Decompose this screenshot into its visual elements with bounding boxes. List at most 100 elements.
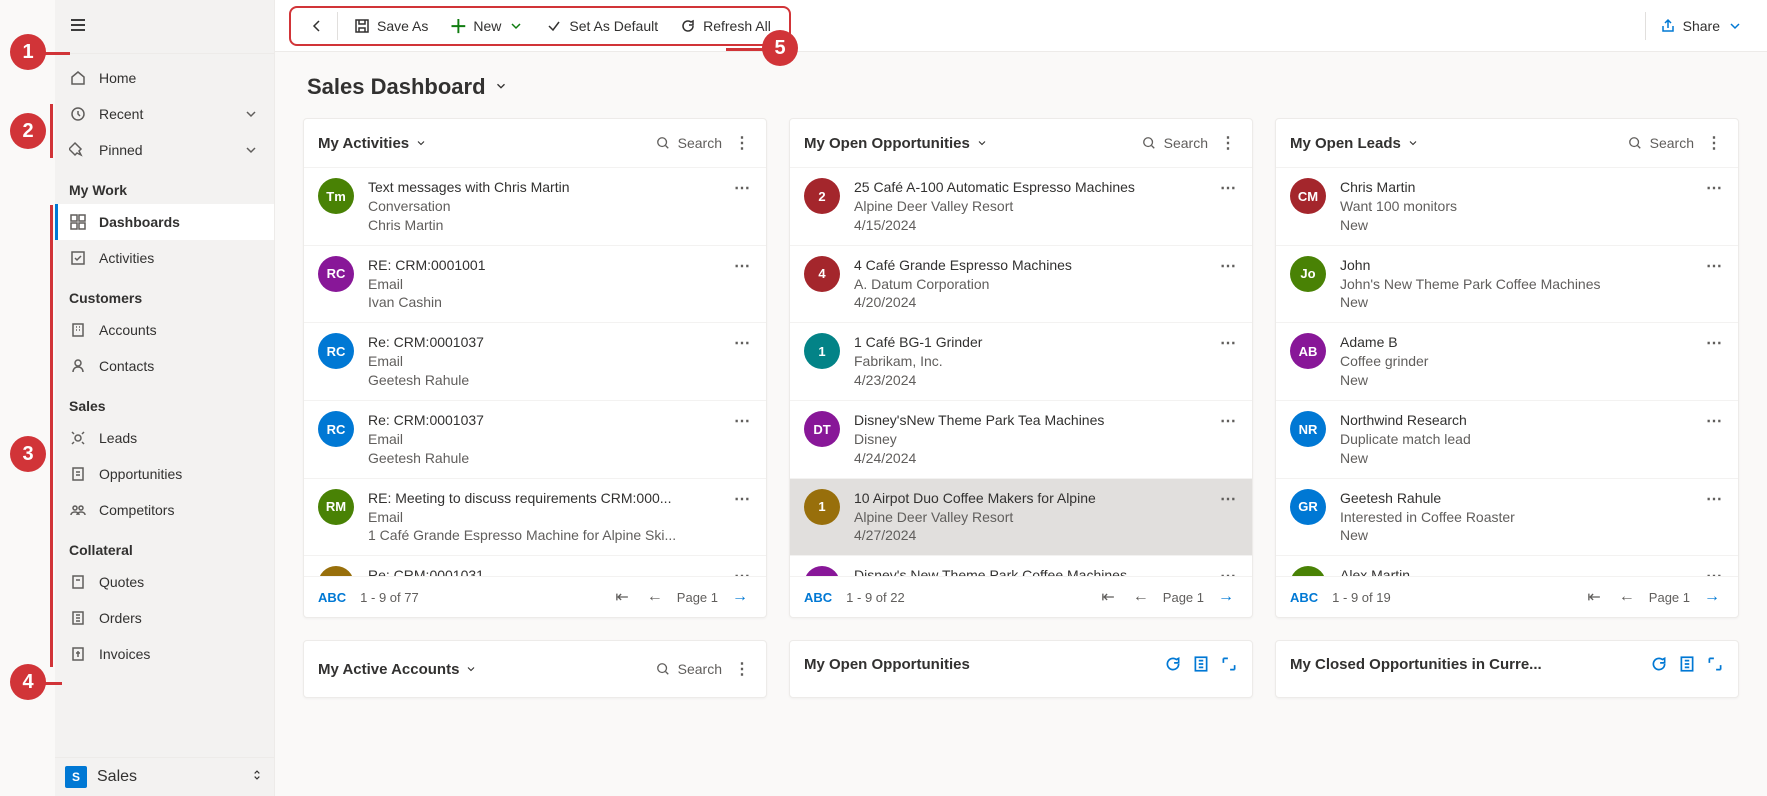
row-subtitle: New bbox=[1340, 526, 1690, 545]
save-as-button[interactable]: Save As bbox=[344, 12, 438, 40]
nav-recent[interactable]: Recent bbox=[55, 96, 274, 132]
list-item[interactable]: DTDisney'sNew Theme Park Tea MachinesDis… bbox=[790, 401, 1252, 479]
nav-leads[interactable]: Leads bbox=[55, 420, 274, 456]
card-activities-title[interactable]: My Activities bbox=[318, 135, 427, 152]
chevron-down-icon bbox=[242, 141, 260, 159]
list-item[interactable]: JoJohnJohn's New Theme Park Coffee Machi… bbox=[1276, 246, 1738, 324]
nav-opportunities[interactable]: Opportunities bbox=[55, 456, 274, 492]
set-default-button[interactable]: Set As Default bbox=[536, 12, 668, 40]
nav-activities[interactable]: Activities bbox=[55, 240, 274, 276]
leads-range: 1 - 9 of 19 bbox=[1332, 590, 1391, 605]
list-item[interactable]: AMAlex MartinTesting duplicate matching … bbox=[1276, 556, 1738, 576]
row-title: Adame B bbox=[1340, 333, 1690, 352]
row-more[interactable]: ⋯ bbox=[1704, 256, 1724, 276]
row-more[interactable]: ⋯ bbox=[1704, 411, 1724, 431]
list-item[interactable]: TmText messages with Chris MartinConvers… bbox=[304, 168, 766, 246]
page-first[interactable]: ⇤ bbox=[611, 585, 632, 609]
list-item[interactable]: 110 Airpot Duo Coffee Makers for AlpineA… bbox=[790, 479, 1252, 557]
row-more[interactable]: ⋯ bbox=[732, 256, 752, 276]
hamburger-button[interactable] bbox=[65, 12, 91, 41]
row-more[interactable]: ⋯ bbox=[732, 489, 752, 509]
row-more[interactable]: ⋯ bbox=[1218, 411, 1238, 431]
page-next[interactable]: → bbox=[1214, 586, 1238, 608]
card-opportunities-title[interactable]: My Open Opportunities bbox=[804, 135, 988, 152]
share-button[interactable]: Share bbox=[1645, 12, 1753, 40]
nav-accounts[interactable]: Accounts bbox=[55, 312, 274, 348]
expand-icon[interactable] bbox=[1706, 655, 1724, 673]
page-next[interactable]: → bbox=[1700, 586, 1724, 608]
row-more[interactable]: ⋯ bbox=[1218, 256, 1238, 276]
row-more[interactable]: ⋯ bbox=[1704, 178, 1724, 198]
page-prev[interactable]: ← bbox=[1615, 586, 1639, 608]
abc-filter[interactable]: ABC bbox=[1290, 590, 1318, 605]
row-more[interactable]: ⋯ bbox=[1218, 566, 1238, 576]
row-more[interactable]: ⋯ bbox=[1218, 178, 1238, 198]
nav-quotes[interactable]: Quotes bbox=[55, 564, 274, 600]
list-item[interactable]: RMRE: Meeting to discuss requirements CR… bbox=[304, 479, 766, 557]
abc-filter[interactable]: ABC bbox=[804, 590, 832, 605]
page-first[interactable]: ⇤ bbox=[1583, 585, 1604, 609]
page-first[interactable]: ⇤ bbox=[1097, 585, 1118, 609]
nav-recent-label: Recent bbox=[99, 106, 143, 122]
card-activities-more[interactable]: ⋮ bbox=[732, 129, 752, 157]
nav-orders[interactable]: Orders bbox=[55, 600, 274, 636]
area-switcher[interactable]: S Sales bbox=[55, 757, 274, 796]
nav-dashboards-label: Dashboards bbox=[99, 214, 180, 230]
leads-icon bbox=[69, 429, 87, 447]
nav-home[interactable]: Home bbox=[55, 60, 274, 96]
list-item[interactable]: RCRe: CRM:0001037EmailGeetesh Rahule⋯ bbox=[304, 401, 766, 479]
row-more[interactable]: ⋯ bbox=[732, 333, 752, 353]
list-item[interactable]: 44 Café Grande Espresso MachinesA. Datum… bbox=[790, 246, 1252, 324]
row-more[interactable]: ⋯ bbox=[1704, 489, 1724, 509]
card-active-accounts-search[interactable]: Search bbox=[656, 661, 722, 677]
row-more[interactable]: ⋯ bbox=[732, 566, 752, 576]
refresh-all-button[interactable]: Refresh All bbox=[670, 12, 781, 40]
list-item[interactable]: RCRe: CRM:0001037EmailGeetesh Rahule⋯ bbox=[304, 323, 766, 401]
card-leads-more[interactable]: ⋮ bbox=[1704, 129, 1724, 157]
card-leads-search[interactable]: Search bbox=[1628, 135, 1694, 151]
list-item[interactable]: GRGeetesh RahuleInterested in Coffee Roa… bbox=[1276, 479, 1738, 557]
new-button[interactable]: ＋ New bbox=[440, 12, 534, 40]
page-title[interactable]: Sales Dashboard bbox=[303, 66, 1739, 118]
row-subtitle: Duplicate match lead bbox=[1340, 430, 1690, 449]
expand-icon[interactable] bbox=[1220, 655, 1238, 673]
page-prev[interactable]: ← bbox=[1129, 586, 1153, 608]
save-as-label: Save As bbox=[377, 18, 428, 34]
list-item[interactable]: 225 Café A-100 Automatic Espresso Machin… bbox=[790, 168, 1252, 246]
records-icon[interactable] bbox=[1192, 655, 1210, 673]
card-active-accounts-title[interactable]: My Active Accounts bbox=[318, 661, 477, 678]
records-icon[interactable] bbox=[1678, 655, 1696, 673]
row-more[interactable]: ⋯ bbox=[1218, 333, 1238, 353]
refresh-all-label: Refresh All bbox=[703, 18, 771, 34]
row-more[interactable]: ⋯ bbox=[1704, 333, 1724, 353]
refresh-icon[interactable] bbox=[1164, 655, 1182, 673]
row-more[interactable]: ⋯ bbox=[1218, 489, 1238, 509]
list-item[interactable]: 11 Café BG-1 GrinderFabrikam, Inc.4/23/2… bbox=[790, 323, 1252, 401]
row-more[interactable]: ⋯ bbox=[1704, 566, 1724, 576]
row-more[interactable]: ⋯ bbox=[732, 411, 752, 431]
list-item[interactable]: CMChris MartinWant 100 monitorsNew⋯ bbox=[1276, 168, 1738, 246]
page-prev[interactable]: ← bbox=[643, 586, 667, 608]
list-item[interactable]: DNDisney's New Theme Park Coffee Machine… bbox=[790, 556, 1252, 576]
row-text: Re: CRM:0001031EmailDevansh Choure bbox=[368, 566, 718, 576]
card-activities-search[interactable]: Search bbox=[656, 135, 722, 151]
nav-competitors[interactable]: Competitors bbox=[55, 492, 274, 528]
list-item[interactable]: RCRe: CRM:0001031EmailDevansh Choure⋯ bbox=[304, 556, 766, 576]
nav-pinned-label: Pinned bbox=[99, 142, 143, 158]
back-button[interactable] bbox=[299, 12, 338, 40]
card-opportunities-more[interactable]: ⋮ bbox=[1218, 129, 1238, 157]
page-next[interactable]: → bbox=[728, 586, 752, 608]
row-more[interactable]: ⋯ bbox=[732, 178, 752, 198]
list-item[interactable]: NRNorthwind ResearchDuplicate match lead… bbox=[1276, 401, 1738, 479]
list-item[interactable]: ABAdame BCoffee grinderNew⋯ bbox=[1276, 323, 1738, 401]
list-item[interactable]: RCRE: CRM:0001001EmailIvan Cashin⋯ bbox=[304, 246, 766, 324]
card-leads-title[interactable]: My Open Leads bbox=[1290, 135, 1419, 152]
nav-dashboards[interactable]: Dashboards bbox=[55, 204, 274, 240]
card-opportunities-search[interactable]: Search bbox=[1142, 135, 1208, 151]
nav-contacts[interactable]: Contacts bbox=[55, 348, 274, 384]
nav-pinned[interactable]: Pinned bbox=[55, 132, 274, 168]
refresh-icon[interactable] bbox=[1650, 655, 1668, 673]
nav-invoices[interactable]: Invoices bbox=[55, 636, 274, 672]
abc-filter[interactable]: ABC bbox=[318, 590, 346, 605]
card-active-accounts-more[interactable]: ⋮ bbox=[732, 655, 752, 683]
